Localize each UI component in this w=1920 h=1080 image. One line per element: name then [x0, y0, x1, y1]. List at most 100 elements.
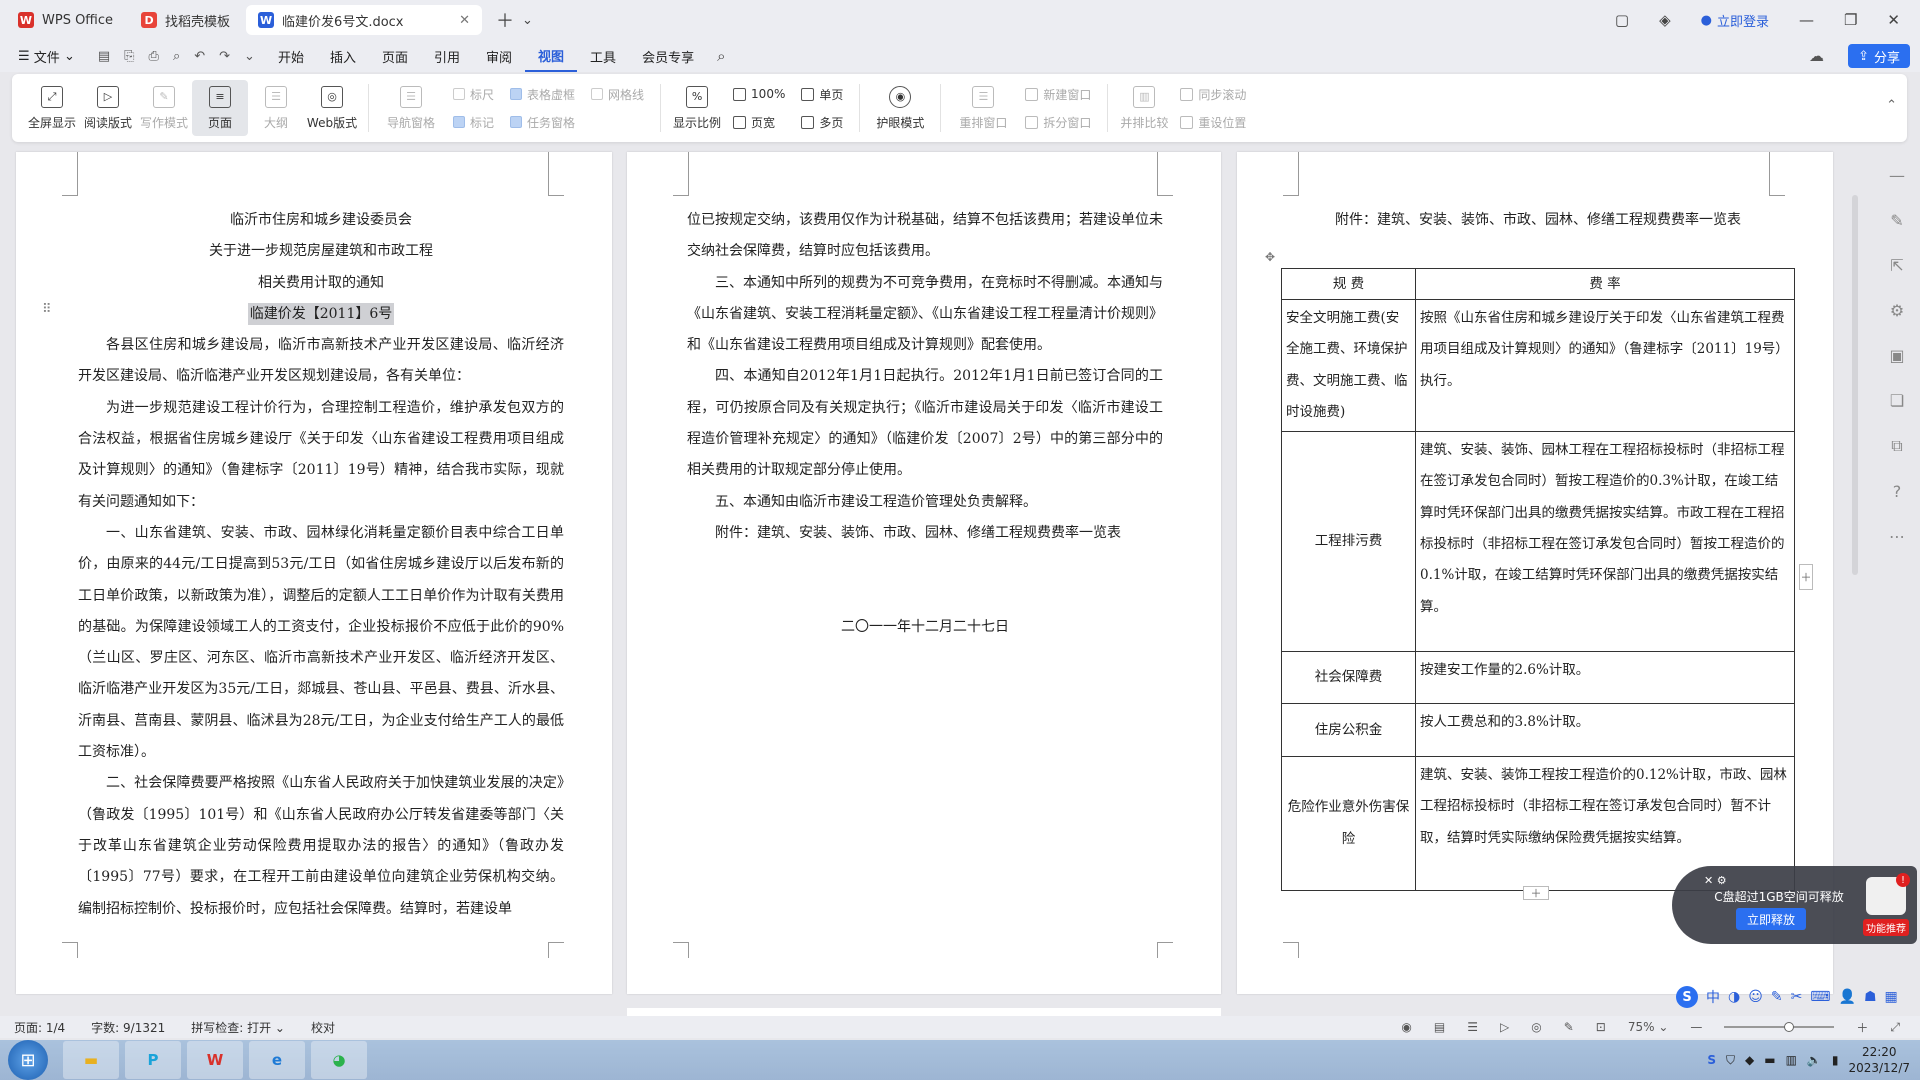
markup-checkbox[interactable]: 标记 — [453, 111, 494, 133]
new-tab-icon[interactable]: ＋ — [496, 7, 514, 33]
feature-recommend-button[interactable]: ! 功能推荐 — [1858, 870, 1914, 936]
spell-check-toggle[interactable]: 拼写检查: 打开 ⌄ — [191, 1019, 285, 1036]
ruler-checkbox[interactable]: 标尺 — [453, 83, 494, 105]
keyboard-icon[interactable]: ⌨ — [1810, 989, 1830, 1005]
web-layout-button[interactable]: ◎ Web版式 — [304, 80, 360, 136]
word-count[interactable]: 字数: 9/1321 — [91, 1019, 165, 1036]
menu-home[interactable]: 开始 — [265, 40, 317, 72]
taskbar-explorer[interactable]: ▬ — [63, 1041, 119, 1079]
redo-icon[interactable]: ↷ — [219, 49, 230, 64]
file-menu[interactable]: ☰ 文件 ⌄ — [0, 40, 88, 72]
eye-protection-button[interactable]: ◉ 护眼模式 — [868, 80, 932, 136]
outline-button[interactable]: ☰ 大纲 — [248, 80, 304, 136]
writing-mode-button[interactable]: ✎ 写作模式 — [136, 80, 192, 136]
new-window-button[interactable]: 新建窗口 — [1025, 83, 1091, 105]
taskbar-app-p[interactable]: P — [125, 1041, 181, 1079]
shield-icon[interactable]: ⛉ — [1726, 1053, 1735, 1068]
page-view-button[interactable]: ≡ 页面 — [192, 80, 248, 136]
split-window-button[interactable]: 拆分窗口 — [1025, 111, 1091, 133]
chinese-mode-icon[interactable]: 中 — [1706, 987, 1720, 1007]
taskbar-ie[interactable]: e — [249, 1041, 305, 1079]
restore-icon[interactable]: ❐ — [1844, 11, 1857, 29]
page-view-icon[interactable]: ▤ — [1434, 1020, 1445, 1034]
export-icon[interactable]: ⎘ — [124, 49, 134, 64]
tab-wps-office[interactable]: W WPS Office — [6, 5, 125, 35]
user-icon[interactable]: 👤 — [1839, 989, 1856, 1005]
menu-view[interactable]: 视图 — [525, 40, 578, 72]
multi-page-button[interactable]: 多页 — [801, 111, 843, 133]
tab-template[interactable]: D 找稻壳模板 — [129, 5, 242, 35]
play-icon[interactable]: ▷ — [1500, 1020, 1509, 1034]
add-column-icon[interactable]: ＋ — [1799, 564, 1813, 590]
zoom-slider[interactable] — [1724, 1022, 1835, 1032]
zoom-level[interactable]: 75% ⌄ — [1628, 1020, 1669, 1034]
folder-tray-icon[interactable]: ▬ — [1764, 1053, 1775, 1067]
more-chevron-icon[interactable]: ⌄ — [244, 49, 255, 64]
more-icon[interactable]: ⋯ — [1889, 527, 1905, 546]
rearrange-window-button[interactable]: ☰ 重排窗口 — [949, 80, 1017, 136]
release-now-button[interactable]: 立即释放 — [1736, 908, 1806, 930]
show-desktop-icon[interactable]: ▮ — [1832, 1053, 1839, 1067]
start-button[interactable]: ⊞ — [8, 1040, 48, 1080]
drag-handle-icon[interactable]: ⠿ — [42, 302, 52, 317]
close-window-icon[interactable]: ✕ — [1887, 11, 1900, 29]
close-popup-icon[interactable]: ✕ ⚙ — [1704, 874, 1727, 887]
table-gridlines-checkbox[interactable]: 表格虚框 — [510, 83, 575, 105]
share-button[interactable]: ⇪ 分享 — [1848, 44, 1910, 68]
close-tab-icon[interactable]: ✕ — [459, 13, 470, 28]
fullscreen-icon[interactable]: ⤢ — [1890, 1020, 1900, 1035]
eye-icon[interactable]: ◉ — [1401, 1020, 1411, 1034]
collapse-ribbon-icon[interactable]: ⌃ — [1886, 98, 1897, 113]
vertical-scrollbar[interactable] — [1852, 195, 1858, 575]
adjust-icon[interactable]: ⚙ — [1890, 301, 1904, 320]
globe-icon[interactable]: ◎ — [1531, 1020, 1541, 1034]
preview-icon[interactable]: ⌕ — [173, 49, 180, 64]
taskbar-wechat[interactable]: ◕ — [311, 1041, 367, 1079]
cloud-icon[interactable]: ☁ — [1809, 47, 1824, 65]
side-by-side-button[interactable]: ▥ 并排比较 — [1116, 80, 1172, 136]
edit-icon[interactable]: ✎ — [1890, 211, 1903, 230]
volume-icon[interactable]: 🔈 — [1807, 1053, 1822, 1067]
scissors-icon[interactable]: ✂ — [1791, 989, 1803, 1005]
menu-page[interactable]: 页面 — [369, 40, 421, 72]
zoom-ratio-button[interactable]: % 显示比例 — [669, 80, 725, 136]
single-page-button[interactable]: 单页 — [801, 83, 843, 105]
pen-icon[interactable]: ✎ — [1564, 1020, 1574, 1034]
reset-position-button[interactable]: 重设位置 — [1180, 111, 1246, 133]
ime-tray-icon[interactable]: S — [1707, 1053, 1716, 1067]
fit-page-icon[interactable]: ⊡ — [1596, 1020, 1606, 1034]
menu-review[interactable]: 审阅 — [473, 40, 525, 72]
sync-scroll-button[interactable]: 同步滚动 — [1180, 83, 1246, 105]
document-page-1[interactable]: ⠿ 临沂市住房和城乡建设委员会 关于进一步规范房屋建筑和市政工程 相关费用计取的… — [16, 152, 612, 994]
page-width-button[interactable]: 页宽 — [733, 111, 785, 133]
emoji-icon[interactable]: ☺ — [1748, 989, 1763, 1005]
proofread-button[interactable]: 校对 — [311, 1019, 335, 1036]
undo-icon[interactable]: ↶ — [194, 49, 205, 64]
menu-member[interactable]: 会员专享 — [629, 40, 707, 72]
document-page-2[interactable]: 位已按规定交纳，该费用仅作为计税基础，结算不包括该费用；若建设单位未交纳社会保障… — [627, 152, 1221, 994]
tab-document[interactable]: W 临建价发6号文.docx ✕ — [246, 5, 483, 35]
grid-icon[interactable]: ▦ — [1885, 989, 1898, 1005]
minimize-icon[interactable]: — — [1799, 11, 1814, 29]
add-row-icon[interactable]: ＋ — [1523, 886, 1549, 900]
network-icon[interactable]: ▥ — [1786, 1053, 1797, 1067]
menu-tools[interactable]: 工具 — [577, 40, 629, 72]
zoom-slider-knob[interactable] — [1784, 1022, 1795, 1032]
tablet-mode-icon[interactable]: ▢ — [1615, 11, 1629, 29]
search-icon[interactable]: ⌕ — [717, 47, 725, 65]
skin-icon[interactable]: ☗ — [1864, 989, 1877, 1005]
login-button[interactable]: ● 立即登录 — [1701, 11, 1769, 30]
zoom-out-icon[interactable]: — — [1690, 1020, 1702, 1034]
clock[interactable]: 22:20 2023/12/7 — [1848, 1044, 1910, 1076]
handwrite-icon[interactable]: ✎ — [1771, 989, 1783, 1005]
save-icon[interactable]: ▤ — [98, 49, 110, 64]
gridlines-checkbox[interactable]: 网格线 — [591, 83, 644, 105]
task-pane-checkbox[interactable]: 任务窗格 — [510, 111, 575, 133]
nav-pane-button[interactable]: ☰ 导航窗格 — [377, 80, 445, 136]
reading-mode-button[interactable]: ▷ 阅读版式 — [80, 80, 136, 136]
chevron-down-icon[interactable]: ⌄ — [522, 13, 533, 28]
cube-icon[interactable]: ◈ — [1659, 11, 1671, 29]
select-icon[interactable]: ⇱ — [1890, 256, 1903, 275]
minus-icon[interactable]: — — [1889, 166, 1905, 185]
menu-insert[interactable]: 插入 — [317, 40, 369, 72]
